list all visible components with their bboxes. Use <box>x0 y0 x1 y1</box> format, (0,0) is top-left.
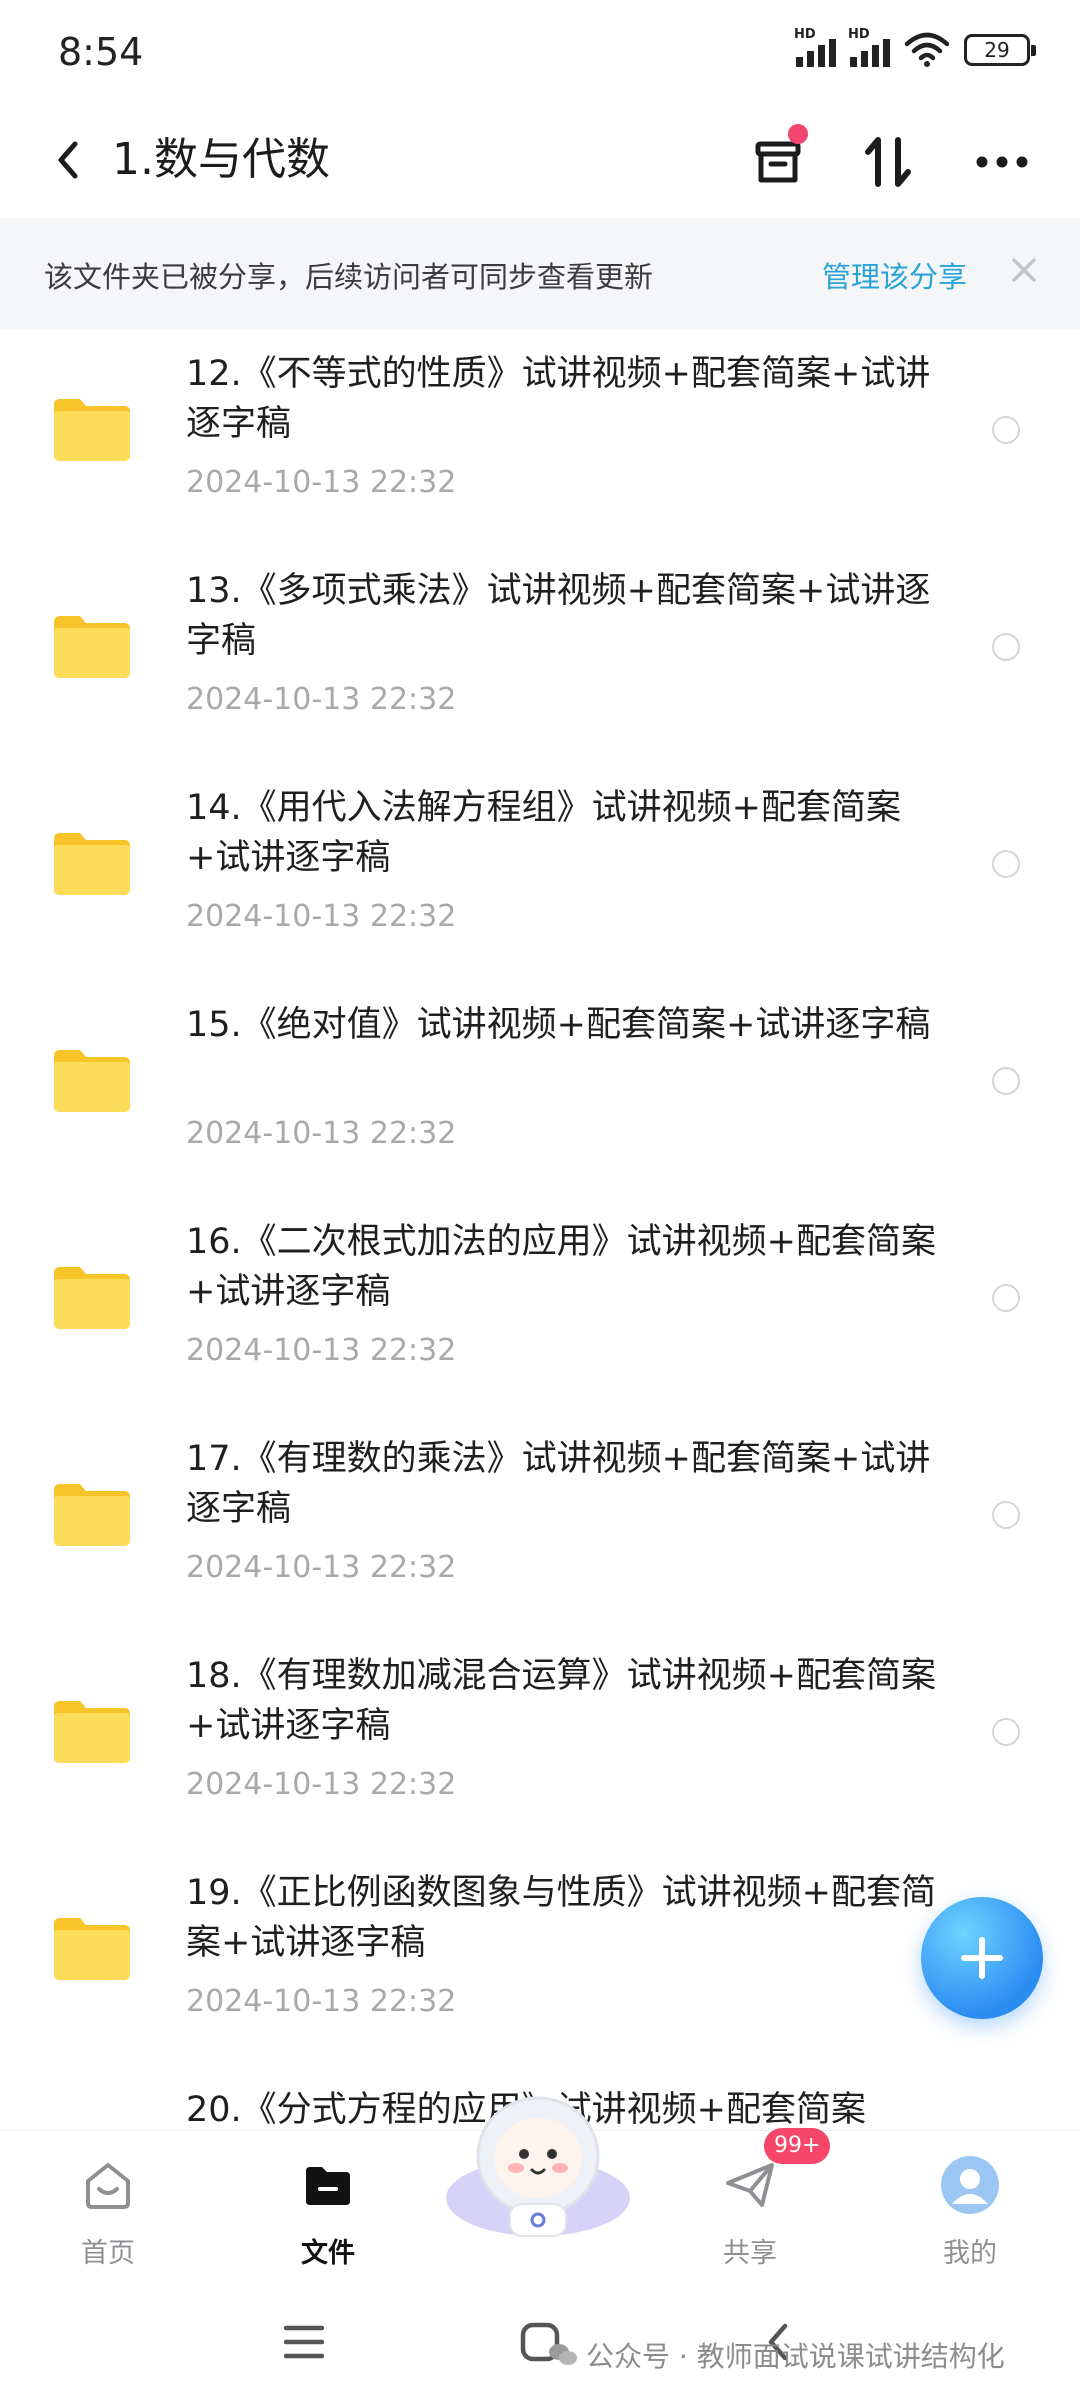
folder-icon <box>54 1050 130 1112</box>
share-message: 该文件夹已被分享，后续访问者可同步查看更新 <box>44 260 654 294</box>
file-timestamp: 2024-10-13 22:32 <box>186 682 457 717</box>
file-timestamp: 2024-10-13 22:32 <box>186 1767 457 1802</box>
trash-bin-button[interactable] <box>746 124 810 194</box>
manage-share-link[interactable]: 管理该分享 <box>822 254 967 296</box>
folder-icon <box>54 616 130 678</box>
select-checkbox[interactable] <box>992 1501 1020 1529</box>
sort-icon <box>865 137 911 187</box>
paper-plane-icon <box>718 2153 782 2217</box>
watermark-text: 公众号 · 教师面试说课试讲结构化 <box>586 2340 1005 2373</box>
select-checkbox[interactable] <box>992 850 1020 878</box>
battery-level: 29 <box>984 38 1010 62</box>
status-time: 8:54 <box>58 30 144 74</box>
tab-label: 首页 <box>81 2238 135 2269</box>
file-timestamp: 2024-10-13 22:32 <box>186 465 457 500</box>
folder-icon <box>54 1918 130 1980</box>
folder-icon <box>54 1484 130 1546</box>
page-title: 1.数与代数 <box>112 134 330 185</box>
menu-nav-button[interactable] <box>274 2312 334 2372</box>
signal-icon: HD <box>794 27 836 67</box>
app-bar: 1.数与代数 <box>0 110 1080 210</box>
file-row[interactable]: 12.《不等式的性质》试讲视频+配套简案+试讲逐字稿 2024-10-13 22:… <box>0 335 1080 552</box>
file-row[interactable]: 19.《正比例函数图象与性质》试讲视频+配套简案+试讲逐字稿 2024-10-13… <box>0 1854 1080 2071</box>
select-checkbox[interactable] <box>992 416 1020 444</box>
signal-icon-2: HD <box>848 27 890 67</box>
folder-icon <box>54 833 130 895</box>
file-name: 12.《不等式的性质》试讲视频+配套简案+试讲逐字稿 <box>186 354 931 444</box>
share-badge: 99+ <box>764 2128 831 2164</box>
file-name: 14.《用代入法解方程组》试讲视频+配套简案+试讲逐字稿 <box>186 788 901 878</box>
watermark: 公众号 · 教师面试说课试讲结构化 <box>548 2335 1005 2375</box>
file-row[interactable]: 13.《多项式乘法》试讲视频+配套简案+试讲逐字稿 2024-10-13 22:3… <box>0 552 1080 769</box>
select-checkbox[interactable] <box>992 633 1020 661</box>
notification-dot <box>788 124 808 144</box>
tab-home[interactable]: 首页 <box>38 2143 178 2273</box>
file-name: 16.《二次根式加法的应用》试讲视频+配套简案+试讲逐字稿 <box>186 1222 936 1312</box>
sort-button[interactable] <box>856 130 920 194</box>
file-timestamp: 2024-10-13 22:32 <box>186 1116 457 1151</box>
more-button[interactable] <box>970 130 1034 194</box>
folder-icon <box>54 1267 130 1329</box>
battery-icon: 29 <box>964 34 1036 66</box>
close-icon <box>1012 258 1036 282</box>
file-name: 13.《多项式乘法》试讲视频+配套简案+试讲逐字稿 <box>186 571 931 661</box>
select-checkbox[interactable] <box>992 1284 1020 1312</box>
file-timestamp: 2024-10-13 22:32 <box>186 1984 457 2019</box>
folder-icon <box>296 2153 360 2217</box>
file-name: 15.《绝对值》试讲视频+配套简案+试讲逐字稿 <box>186 1005 931 1045</box>
astronaut-mascot-icon <box>446 2096 630 2237</box>
file-row[interactable]: 17.《有理数的乘法》试讲视频+配套简案+试讲逐字稿 2024-10-13 22:… <box>0 1420 1080 1637</box>
status-icons: HD HD 29 <box>794 27 1036 72</box>
wifi-icon <box>904 32 950 67</box>
tab-label: 文件 <box>301 2238 355 2269</box>
menu-icon <box>284 2325 324 2359</box>
file-row[interactable]: 15.《绝对值》试讲视频+配套简案+试讲逐字稿 2024-10-13 22:32 <box>0 986 1080 1203</box>
more-icon <box>976 156 1028 168</box>
file-name: 19.《正比例函数图象与性质》试讲视频+配套简案+试讲逐字稿 <box>186 1873 936 1963</box>
folder-icon <box>54 399 130 461</box>
share-banner: 该文件夹已被分享，后续访问者可同步查看更新 管理该分享 <box>0 218 1080 330</box>
file-timestamp: 2024-10-13 22:32 <box>186 1550 457 1585</box>
tab-label: 我的 <box>943 2238 997 2269</box>
file-list: 12.《不等式的性质》试讲视频+配套简案+试讲逐字稿 2024-10-13 22:… <box>0 335 1080 2130</box>
tab-files[interactable]: 文件 <box>258 2143 398 2273</box>
file-row[interactable]: 14.《用代入法解方程组》试讲视频+配套简案+试讲逐字稿 2024-10-13 2… <box>0 769 1080 986</box>
hd-label: HD <box>794 27 816 42</box>
select-checkbox[interactable] <box>992 1067 1020 1095</box>
back-icon <box>58 141 78 179</box>
file-timestamp: 2024-10-13 22:32 <box>186 899 457 934</box>
home-icon <box>76 2153 140 2217</box>
close-banner-button[interactable] <box>1004 250 1044 290</box>
file-row[interactable]: 16.《二次根式加法的应用》试讲视频+配套简案+试讲逐字稿 2024-10-13 … <box>0 1203 1080 1420</box>
folder-icon <box>54 1701 130 1763</box>
add-button[interactable] <box>921 1897 1043 2019</box>
mascot-button[interactable] <box>440 2080 636 2240</box>
file-row[interactable]: 18.《有理数加减混合运算》试讲视频+配套简案+试讲逐字稿 2024-10-13 … <box>0 1637 1080 1854</box>
select-checkbox[interactable] <box>992 1718 1020 1746</box>
tab-label: 共享 <box>723 2238 777 2269</box>
status-bar: 8:54 HD HD 29 <box>0 0 1080 100</box>
plus-icon <box>961 1937 1003 1979</box>
file-timestamp: 2024-10-13 22:32 <box>186 1333 457 1368</box>
file-name: 17.《有理数的乘法》试讲视频+配套简案+试讲逐字稿 <box>186 1439 931 1529</box>
hd-label-2: HD <box>848 27 870 42</box>
wechat-icon <box>549 2344 577 2365</box>
file-name: 18.《有理数加减混合运算》试讲视频+配套简案+试讲逐字稿 <box>186 1656 936 1746</box>
tab-me[interactable]: 我的 <box>900 2143 1040 2273</box>
avatar-icon <box>938 2153 1002 2217</box>
back-button[interactable] <box>40 132 96 188</box>
